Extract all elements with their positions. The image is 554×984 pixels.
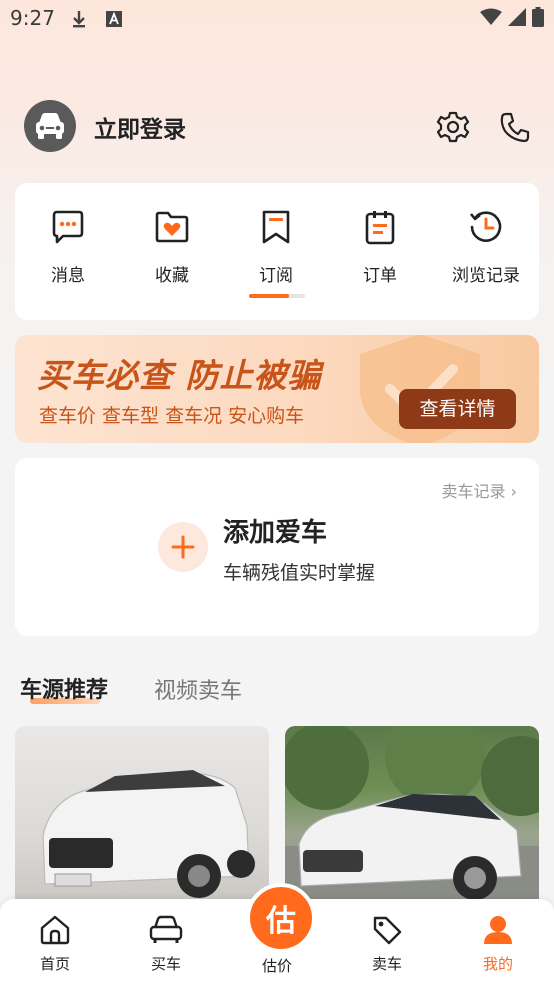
nav-my-profile[interactable]: 我的 <box>458 913 538 974</box>
car-listing-photo[interactable] <box>285 726 539 906</box>
banner-subtitle: 查车价 查车型 查车况 安心购车 <box>39 405 305 427</box>
status-indicators <box>480 7 544 31</box>
bookmark-icon <box>262 210 290 244</box>
car-listing-photo[interactable] <box>15 726 269 906</box>
bottom-nav: 首页 买车 估 估价 卖车 我的 <box>0 883 554 984</box>
signal-icon <box>508 8 526 30</box>
menu-item-label: 订阅 <box>259 266 293 286</box>
suv-image <box>285 726 539 906</box>
user-icon <box>484 916 512 944</box>
add-car-button[interactable] <box>158 522 208 572</box>
menu-item-orders[interactable]: 订单 <box>328 207 432 286</box>
tab-video-sell[interactable]: 视频卖车 <box>154 673 242 705</box>
sell-record-link[interactable]: 卖车记录 › <box>442 478 518 502</box>
menu-item-history[interactable]: 浏览记录 <box>434 207 538 286</box>
menu-item-favorites[interactable]: 收藏 <box>120 207 224 286</box>
nav-buy-car[interactable]: 买车 <box>126 913 206 974</box>
nav-label: 买车 <box>150 955 181 973</box>
chevron-right-icon: › <box>505 482 517 501</box>
status-time: 9:27 <box>10 6 55 30</box>
download-icon <box>70 9 88 33</box>
battery-icon <box>532 7 544 31</box>
sell-record-label: 卖车记录 <box>441 482 506 501</box>
order-icon <box>365 211 395 245</box>
font-icon <box>106 11 122 31</box>
phone-icon <box>500 112 530 143</box>
home-icon <box>40 915 70 945</box>
menu-item-label: 浏览记录 <box>452 266 520 286</box>
login-link[interactable]: 立即登录 <box>94 110 186 144</box>
my-car-card: 卖车记录 › 添加爱车 车辆残值实时掌握 <box>15 458 539 636</box>
avatar[interactable] <box>24 100 76 152</box>
view-details-button[interactable]: 查看详情 <box>399 389 516 429</box>
car-icon <box>149 915 183 943</box>
plus-icon <box>171 535 195 559</box>
settings-button[interactable] <box>436 110 470 144</box>
profile-header: 立即登录 <box>24 100 530 152</box>
status-bar: 9:27 <box>0 0 554 36</box>
phone-button[interactable] <box>498 110 532 144</box>
nav-label: 首页 <box>39 955 70 973</box>
add-car-title[interactable]: 添加爱车 <box>223 512 327 549</box>
menu-item-label: 收藏 <box>155 266 189 286</box>
menu-item-label: 订单 <box>363 266 397 286</box>
tab-recommended-cars[interactable]: 车源推荐 <box>20 672 108 704</box>
nav-label: 我的 <box>482 955 513 973</box>
promo-banner[interactable]: 买车必查 防止被骗 查车价 查车型 查车况 安心购车 查看详情 <box>15 335 539 443</box>
car-avatar-icon <box>36 113 64 139</box>
nav-label: 卖车 <box>371 955 402 973</box>
gear-icon <box>436 111 470 143</box>
section-tabs: 车源推荐 视频卖车 <box>20 672 540 712</box>
quick-menu-card: 消息 收藏 订阅 订单 浏览记录 <box>15 183 539 320</box>
history-icon <box>469 211 502 242</box>
message-icon <box>52 210 84 244</box>
nav-label[interactable]: 估价 <box>237 955 317 976</box>
favorite-icon <box>155 211 189 243</box>
nav-home[interactable]: 首页 <box>15 913 95 974</box>
tag-icon <box>373 916 402 945</box>
suv-image <box>42 770 255 898</box>
scroll-indicator <box>249 294 289 298</box>
wifi-icon <box>480 8 502 30</box>
menu-item-label: 消息 <box>51 266 85 286</box>
add-car-subtitle: 车辆残值实时掌握 <box>223 562 376 584</box>
banner-title: 买车必查 防止被骗 <box>37 356 322 395</box>
nav-sell-car[interactable]: 卖车 <box>347 913 427 974</box>
nav-valuation-button[interactable]: 估 <box>246 883 316 953</box>
menu-item-messages[interactable]: 消息 <box>16 207 120 286</box>
menu-item-subscriptions[interactable]: 订阅 <box>224 207 328 286</box>
